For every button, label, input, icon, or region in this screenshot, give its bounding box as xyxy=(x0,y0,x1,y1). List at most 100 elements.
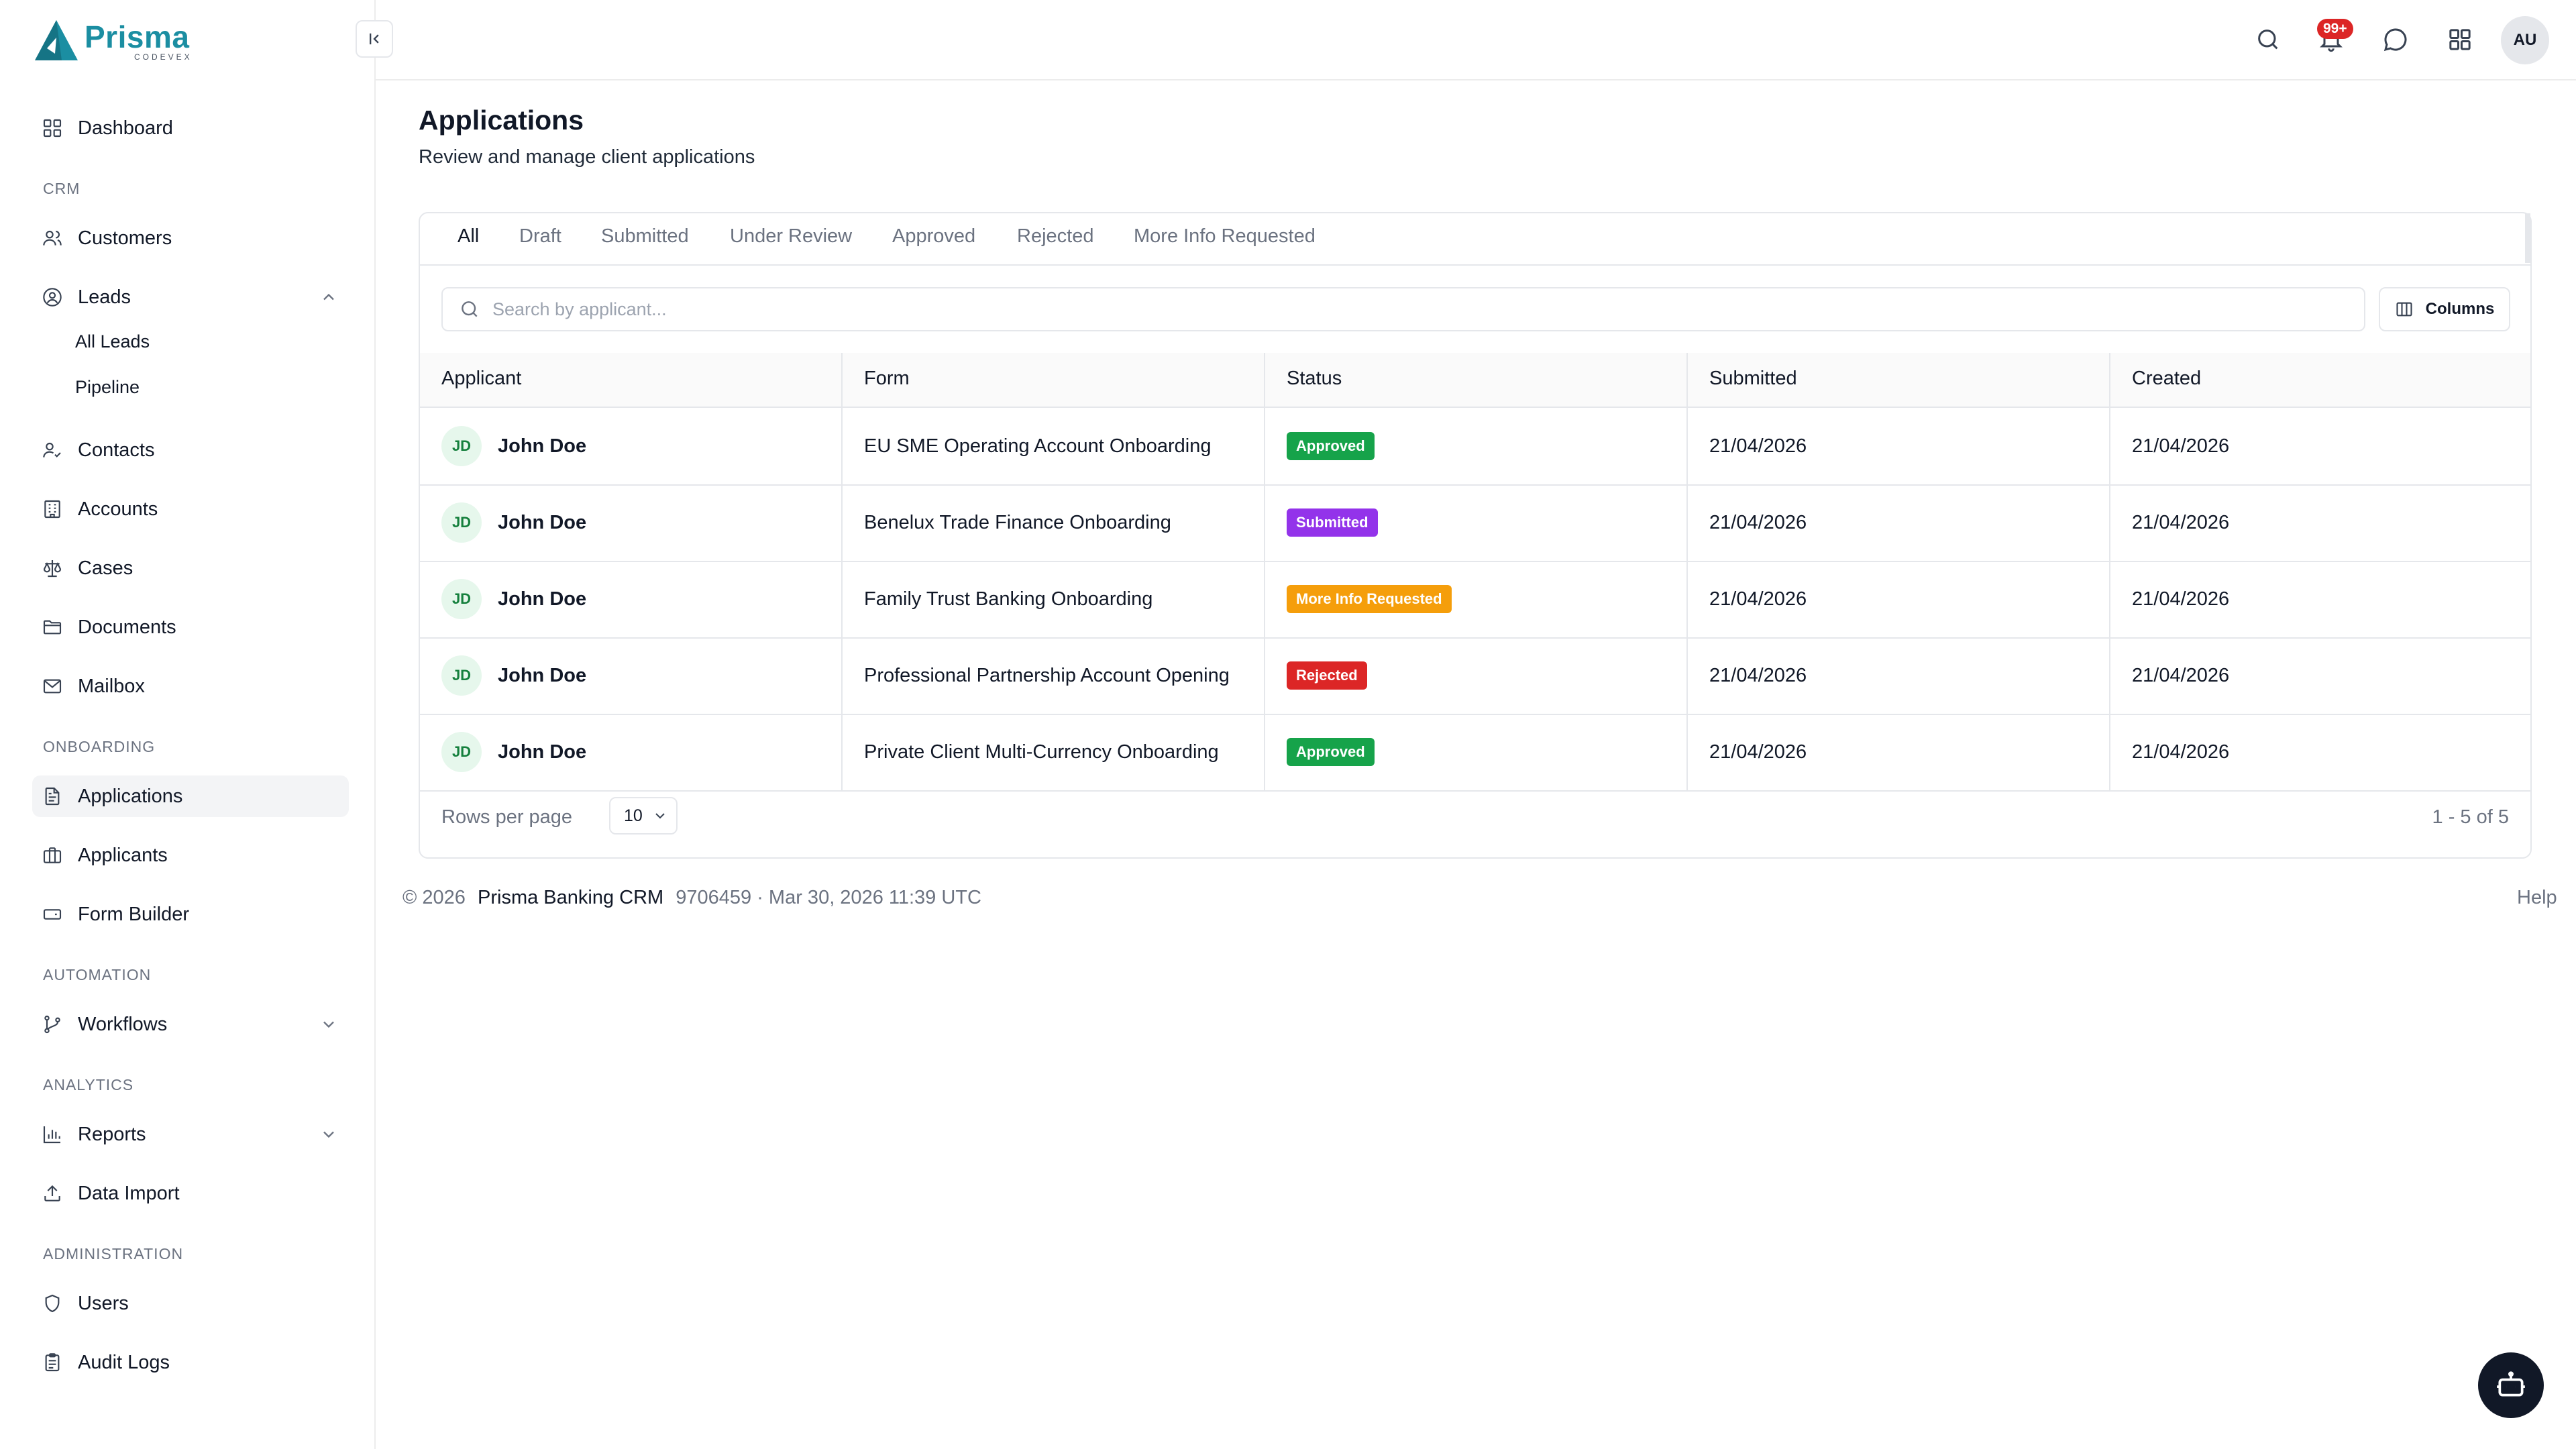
column-header-form[interactable]: Form xyxy=(864,368,910,390)
columns-button-label: Columns xyxy=(2425,300,2495,318)
applicant-name[interactable]: John Doe xyxy=(498,741,586,763)
assistant-button[interactable] xyxy=(2478,1352,2544,1418)
sidebar-item-leads[interactable]: Leads xyxy=(32,276,349,318)
sidebar-item-data-import[interactable]: Data Import xyxy=(32,1173,349,1214)
building-icon xyxy=(44,500,60,519)
rows-per-page: Rows per page 10 xyxy=(441,797,678,835)
status-cell: Submitted xyxy=(1287,484,1378,561)
tab-submitted[interactable]: Submitted xyxy=(601,225,689,248)
table-row[interactable]: JD John Doe Family Trust Banking Onboard… xyxy=(420,561,2530,639)
tabs-scrollbar[interactable] xyxy=(2525,213,2530,263)
sidebar-item-workflows[interactable]: Workflows xyxy=(32,1004,349,1045)
rows-per-page-select[interactable]: 10 xyxy=(609,797,678,835)
clipboard-icon xyxy=(45,1353,60,1372)
search-button[interactable] xyxy=(2251,23,2285,56)
columns-button[interactable]: Columns xyxy=(2379,287,2510,331)
chevron-down-icon[interactable] xyxy=(319,1015,338,1034)
topbar xyxy=(376,0,2576,80)
prisma-logo-icon xyxy=(35,20,78,60)
form-cell: Private Client Multi-Currency Onboarding xyxy=(864,741,1219,763)
sidebar-item-applications[interactable]: Applications xyxy=(32,775,349,817)
section-administration: ADMINISTRATION xyxy=(43,1245,184,1263)
bot-icon xyxy=(2497,1371,2525,1397)
form-cell: Benelux Trade Finance Onboarding xyxy=(864,511,1171,533)
sidebar-item-label: Reports xyxy=(78,1123,146,1145)
messages-button[interactable] xyxy=(2379,23,2412,56)
submitted-cell: 21/04/2026 xyxy=(1709,511,1807,533)
sidebar-item-audit-logs[interactable]: Audit Logs xyxy=(32,1342,349,1383)
applicant-avatar: JD xyxy=(441,579,482,619)
sidebar-item-contacts[interactable]: Contacts xyxy=(32,429,349,471)
users-icon xyxy=(43,230,62,246)
pagination-range: 1 - 5 of 5 xyxy=(2432,806,2509,828)
column-header-status[interactable]: Status xyxy=(1287,368,1342,390)
tab-under-review[interactable]: Under Review xyxy=(730,225,852,248)
sidebar-item-mailbox[interactable]: Mailbox xyxy=(32,665,349,707)
column-header-applicant[interactable]: Applicant xyxy=(441,368,521,390)
grid-icon xyxy=(2449,29,2471,50)
form-icon xyxy=(43,909,62,920)
notification-badge: 99+ xyxy=(2317,19,2353,39)
chevron-down-icon xyxy=(655,813,665,819)
status-tabs: All Draft Submitted Under Review Approve… xyxy=(420,213,2530,266)
sidebar-subitem-all-leads[interactable]: All Leads xyxy=(75,331,150,352)
user-avatar[interactable]: AU xyxy=(2501,16,2549,64)
created-cell: 21/04/2026 xyxy=(2132,664,2230,686)
logo-name: Prisma xyxy=(85,19,190,54)
column-header-submitted[interactable]: Submitted xyxy=(1709,368,1797,390)
table-row[interactable]: JD John Doe Benelux Trade Finance Onboar… xyxy=(420,484,2530,562)
applicant-name[interactable]: John Doe xyxy=(498,512,586,534)
table-row[interactable]: JD John Doe Private Client Multi-Currenc… xyxy=(420,714,2530,792)
tab-approved[interactable]: Approved xyxy=(892,225,975,248)
search-input[interactable]: Search by applicant... xyxy=(441,287,2365,331)
sidebar-item-cases[interactable]: Cases xyxy=(32,547,349,589)
applicant-cell: JD John Doe xyxy=(441,637,586,714)
applications-card: All Draft Submitted Under Review Approve… xyxy=(419,212,2532,859)
sidebar-subitem-pipeline[interactable]: Pipeline xyxy=(75,377,140,398)
message-circle-icon xyxy=(2383,28,2407,52)
sidebar-item-users[interactable]: Users xyxy=(32,1283,349,1324)
table-row[interactable]: JD John Doe EU SME Operating Account Onb… xyxy=(420,408,2530,486)
sidebar-item-label: Audit Logs xyxy=(78,1351,170,1373)
applicant-name[interactable]: John Doe xyxy=(498,588,586,610)
sidebar-item-accounts[interactable]: Accounts xyxy=(32,488,349,530)
applicant-cell: JD John Doe xyxy=(441,714,586,790)
page-title: Applications xyxy=(419,105,584,136)
footer-build-info: 9706459 · Mar 30, 2026 11:39 UTC xyxy=(676,887,981,908)
dashboard-icon xyxy=(43,119,62,138)
table-row[interactable]: JD John Doe Professional Partnership Acc… xyxy=(420,637,2530,715)
sidebar-item-label: Mailbox xyxy=(78,675,145,697)
section-analytics: ANALYTICS xyxy=(43,1076,134,1093)
page-subtitle: Review and manage client applications xyxy=(419,146,755,168)
tab-draft[interactable]: Draft xyxy=(519,225,561,248)
tab-more-info-requested[interactable]: More Info Requested xyxy=(1134,225,1316,248)
chevron-up-icon[interactable] xyxy=(319,288,338,307)
help-link[interactable]: Help xyxy=(2517,887,2557,909)
user-circle-icon xyxy=(43,288,62,307)
sidebar-item-form-builder[interactable]: Form Builder xyxy=(32,894,349,935)
sidebar-item-label: Contacts xyxy=(78,439,155,461)
logo[interactable]: Prisma CODEVEX xyxy=(32,17,193,66)
sidebar-item-reports[interactable]: Reports xyxy=(32,1114,349,1155)
sidebar-item-applicants[interactable]: Applicants xyxy=(32,835,349,876)
status-badge: Approved xyxy=(1287,432,1375,460)
footer-brand: Prisma Banking CRM xyxy=(478,887,664,908)
shield-icon xyxy=(45,1294,60,1313)
tab-rejected[interactable]: Rejected xyxy=(1017,225,1093,248)
sidebar-item-customers[interactable]: Customers xyxy=(32,217,349,259)
section-automation: AUTOMATION xyxy=(43,966,152,983)
applicant-name[interactable]: John Doe xyxy=(498,665,586,687)
column-header-created[interactable]: Created xyxy=(2132,368,2201,390)
chevron-down-icon[interactable] xyxy=(319,1125,338,1144)
page-footer: © 2026 Prisma Banking CRM 9706459 · Mar … xyxy=(402,887,981,909)
status-cell: Approved xyxy=(1287,714,1375,790)
sidebar-item-label: Workflows xyxy=(78,1013,168,1035)
tab-all[interactable]: All xyxy=(458,225,479,248)
sidebar-item-label: Users xyxy=(78,1292,129,1314)
search-placeholder: Search by applicant... xyxy=(492,299,667,319)
sidebar-item-documents[interactable]: Documents xyxy=(32,606,349,648)
applicant-name[interactable]: John Doe xyxy=(498,435,586,458)
sidebar-item-dashboard[interactable]: Dashboard xyxy=(32,107,349,149)
apps-button[interactable] xyxy=(2443,23,2477,56)
status-badge: Submitted xyxy=(1287,508,1378,537)
